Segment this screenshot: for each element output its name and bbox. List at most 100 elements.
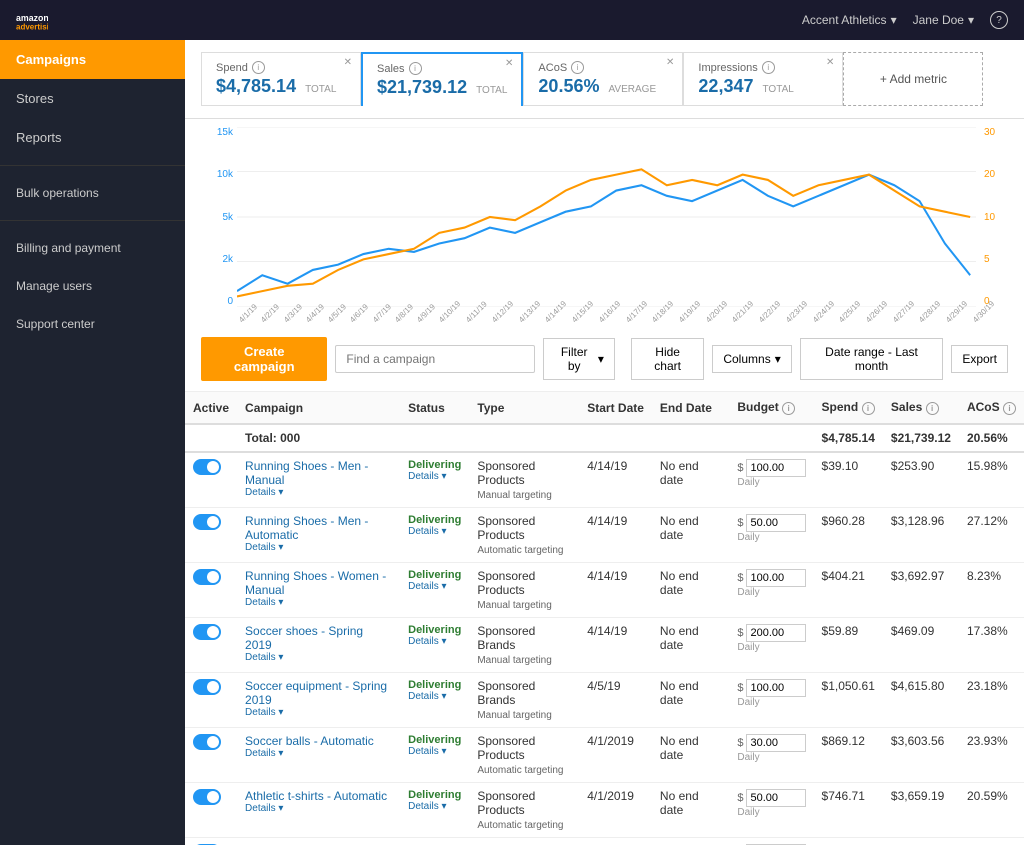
total-acos: 20.56%: [959, 424, 1024, 452]
type-5: Sponsored BrandsManual targeting: [469, 673, 579, 728]
search-input[interactable]: [335, 345, 535, 373]
budget-input-3[interactable]: [746, 569, 806, 587]
details-link-5[interactable]: Details ▾: [245, 707, 392, 718]
metric-value-spend: $4,785.14 TOTAL: [216, 76, 346, 97]
start-date-5: 4/5/19: [579, 673, 652, 728]
status-details-link-3[interactable]: Details ▾: [408, 581, 461, 592]
sidebar-item-campaigns[interactable]: Campaigns: [0, 40, 185, 79]
campaign-link-1[interactable]: Running Shoes - Men - Manual: [245, 459, 368, 487]
acos-info-icon[interactable]: i: [1003, 402, 1016, 415]
status-5: Delivering: [408, 679, 461, 691]
campaign-link-4[interactable]: Soccer shoes - Spring 2019: [245, 624, 363, 652]
account-selector[interactable]: Accent Athletics ▾: [802, 13, 897, 27]
campaign-toggle-4[interactable]: [193, 624, 221, 640]
table-row: Soccer balls - Automatic Details ▾ Deliv…: [185, 728, 1024, 783]
help-button[interactable]: ?: [990, 11, 1008, 29]
details-link-6[interactable]: Details ▾: [245, 748, 392, 759]
campaign-toggle-6[interactable]: [193, 734, 221, 750]
sidebar-item-stores[interactable]: Stores: [0, 79, 185, 118]
campaign-toggle-1[interactable]: [193, 459, 221, 475]
metric-close-acos[interactable]: ✕: [666, 57, 674, 68]
sales-info-icon[interactable]: i: [926, 402, 939, 415]
budget-input-7[interactable]: [746, 789, 806, 807]
sidebar-item-billing[interactable]: Billing and payment: [0, 229, 185, 267]
status-details-link-4[interactable]: Details ▾: [408, 636, 461, 647]
campaign-link-5[interactable]: Soccer equipment - Spring 2019: [245, 679, 387, 707]
acos-6: 23.93%: [959, 728, 1024, 783]
budget-input-5[interactable]: [746, 679, 806, 697]
campaign-link-3[interactable]: Running Shoes - Women - Manual: [245, 569, 386, 597]
campaign-toggle-2[interactable]: [193, 514, 221, 530]
hide-chart-button[interactable]: Hide chart: [631, 338, 704, 380]
columns-chevron-icon: ▾: [775, 352, 781, 366]
user-chevron-icon: ▾: [968, 13, 974, 27]
status-details-link-1[interactable]: Details ▾: [408, 471, 461, 482]
export-button[interactable]: Export: [951, 345, 1008, 373]
metric-label-spend: Spend: [216, 62, 248, 74]
details-link-2[interactable]: Details ▾: [245, 542, 392, 553]
start-date-7: 4/1/2019: [579, 783, 652, 838]
budget-daily-7: Daily: [737, 807, 805, 818]
sidebar-item-reports[interactable]: Reports: [0, 118, 185, 157]
end-date-3: No end date: [652, 563, 729, 618]
details-link-1[interactable]: Details ▾: [245, 487, 392, 498]
table-row: Athletic shorts - Automatic Details ▾ De…: [185, 838, 1024, 845]
details-link-7[interactable]: Details ▾: [245, 803, 392, 814]
metric-info-acos[interactable]: i: [571, 61, 584, 74]
user-menu[interactable]: Jane Doe ▾: [913, 13, 974, 27]
metric-card-spend: ✕ Spend i $4,785.14 TOTAL: [201, 52, 361, 106]
sidebar-item-manage-users[interactable]: Manage users: [0, 267, 185, 305]
spend-info-icon[interactable]: i: [862, 402, 875, 415]
budget-daily-2: Daily: [737, 532, 805, 543]
th-start-date: Start Date: [579, 392, 652, 424]
status-details-link-6[interactable]: Details ▾: [408, 746, 461, 757]
status-1: Delivering: [408, 459, 461, 471]
start-date-1: 4/14/19: [579, 452, 652, 508]
metric-label-impressions: Impressions: [698, 62, 757, 74]
budget-input-4[interactable]: [746, 624, 806, 642]
metric-label-sales: Sales: [377, 63, 405, 75]
spend-7: $746.71: [814, 783, 883, 838]
spend-4: $59.89: [814, 618, 883, 673]
budget-input-6[interactable]: [746, 734, 806, 752]
budget-input-1[interactable]: [746, 459, 806, 477]
sales-4: $469.09: [883, 618, 959, 673]
sales-6: $3,603.56: [883, 728, 959, 783]
logo: amazon advertising: [16, 4, 48, 36]
sidebar-item-bulk-operations[interactable]: Bulk operations: [0, 174, 185, 212]
th-end-date: End Date: [652, 392, 729, 424]
add-metric-button[interactable]: + Add metric: [843, 52, 983, 106]
sales-8: $1,309.60: [883, 838, 959, 845]
metric-info-spend[interactable]: i: [252, 61, 265, 74]
th-acos: ACoS i: [959, 392, 1024, 424]
budget-info-icon[interactable]: i: [782, 402, 795, 415]
campaign-toggle-7[interactable]: [193, 789, 221, 805]
type-6: Sponsored ProductsAutomatic targeting: [469, 728, 579, 783]
metric-close-sales[interactable]: ✕: [505, 58, 513, 69]
budget-input-2[interactable]: [746, 514, 806, 532]
campaign-toggle-3[interactable]: [193, 569, 221, 585]
campaign-link-6[interactable]: Soccer balls - Automatic: [245, 734, 374, 748]
campaign-link-2[interactable]: Running Shoes - Men - Automatic: [245, 514, 368, 542]
status-details-link-5[interactable]: Details ▾: [408, 691, 461, 702]
campaign-toggle-5[interactable]: [193, 679, 221, 695]
metric-info-sales[interactable]: i: [409, 62, 422, 75]
details-link-4[interactable]: Details ▾: [245, 652, 392, 663]
status-details-link-2[interactable]: Details ▾: [408, 526, 461, 537]
details-link-3[interactable]: Details ▾: [245, 597, 392, 608]
columns-button[interactable]: Columns ▾: [712, 345, 791, 373]
account-name: Accent Athletics: [802, 13, 887, 27]
end-date-8: No end date: [652, 838, 729, 845]
metric-info-impressions[interactable]: i: [762, 61, 775, 74]
status-details-link-7[interactable]: Details ▾: [408, 801, 461, 812]
metric-close-impressions[interactable]: ✕: [826, 57, 834, 68]
date-range-button[interactable]: Date range - Last month: [800, 338, 944, 380]
table-row: Running Shoes - Women - Manual Details ▾…: [185, 563, 1024, 618]
spend-6: $869.12: [814, 728, 883, 783]
filter-button[interactable]: Filter by ▾: [543, 338, 615, 380]
metric-close-spend[interactable]: ✕: [344, 57, 352, 68]
th-budget: Budget i: [729, 392, 813, 424]
campaign-link-7[interactable]: Athletic t-shirts - Automatic: [245, 789, 387, 803]
sidebar-item-support[interactable]: Support center: [0, 305, 185, 343]
create-campaign-button[interactable]: Create campaign: [201, 337, 327, 381]
